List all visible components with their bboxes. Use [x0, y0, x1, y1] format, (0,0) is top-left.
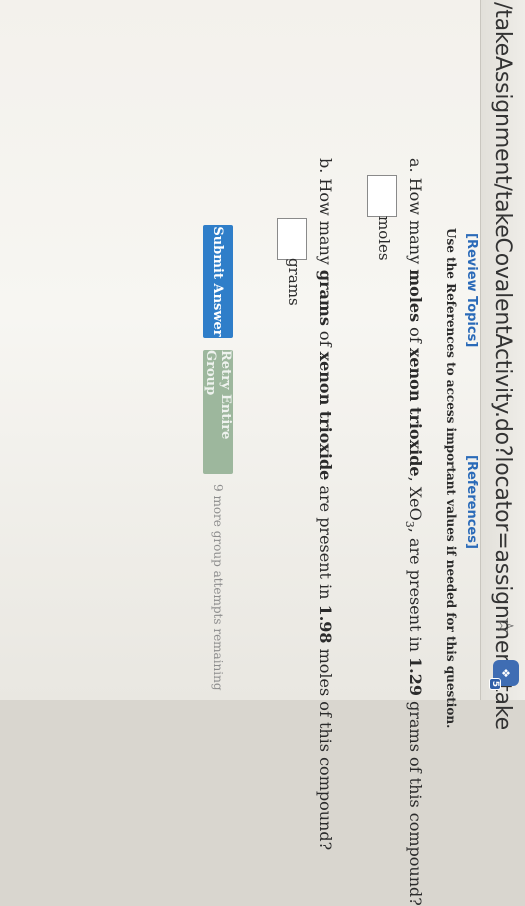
- question-a-subscript: 3: [402, 520, 416, 528]
- address-bar[interactable]: /takeAssignment/takeCovalentActivity.do?…: [480, 0, 525, 730]
- grams-unit-label: grams: [285, 258, 303, 306]
- star-icon[interactable]: ☆: [492, 616, 517, 636]
- attempts-remaining-text: 9 more group attempts remaining: [211, 484, 225, 691]
- question-a-compound: xenon trioxide: [406, 347, 425, 477]
- question-b-of: of: [316, 325, 335, 352]
- moles-unit-label: moles: [375, 216, 393, 261]
- question-a-bold-moles: moles: [406, 269, 425, 323]
- question-a: a. How many moles of xenon trioxide, XeO…: [403, 158, 425, 906]
- browser-window: /takeAssignment/takeCovalentActivity.do?…: [0, 0, 525, 906]
- instruction-text: Use the References to access important v…: [444, 228, 458, 729]
- question-b-compound: xenon trioxide: [316, 351, 335, 481]
- extension-badge-count: 5: [489, 677, 501, 690]
- moles-answer-input[interactable]: [367, 175, 397, 217]
- question-a-suffix: grams of this compound?: [406, 696, 425, 906]
- question-b-suffix: moles of this compound?: [316, 643, 335, 851]
- question-a-formula: , XeO: [406, 476, 425, 521]
- extension-icon[interactable]: ❖ 5: [489, 660, 519, 690]
- question-a-of: of: [406, 322, 425, 348]
- question-b-present-in: are present in: [316, 480, 335, 605]
- references-link[interactable]: [References]: [464, 455, 479, 549]
- retry-entire-group-button[interactable]: Retry Entire Group: [203, 350, 233, 474]
- question-a-prefix: a. How many: [406, 158, 425, 270]
- review-topics-link[interactable]: [Review Topics]: [464, 233, 479, 347]
- submit-answer-button[interactable]: Submit Answer: [203, 225, 233, 338]
- question-a-mass: 1.29: [406, 657, 425, 697]
- question-a-present-in: , are present in: [406, 527, 425, 658]
- grams-answer-input[interactable]: [277, 218, 307, 260]
- question-b: b. How many grams of xenon trioxide are …: [316, 158, 335, 850]
- question-b-bold-grams: grams: [316, 269, 335, 326]
- question-b-prefix: b. How many: [316, 158, 335, 270]
- question-b-moles-value: 1.98: [316, 604, 335, 644]
